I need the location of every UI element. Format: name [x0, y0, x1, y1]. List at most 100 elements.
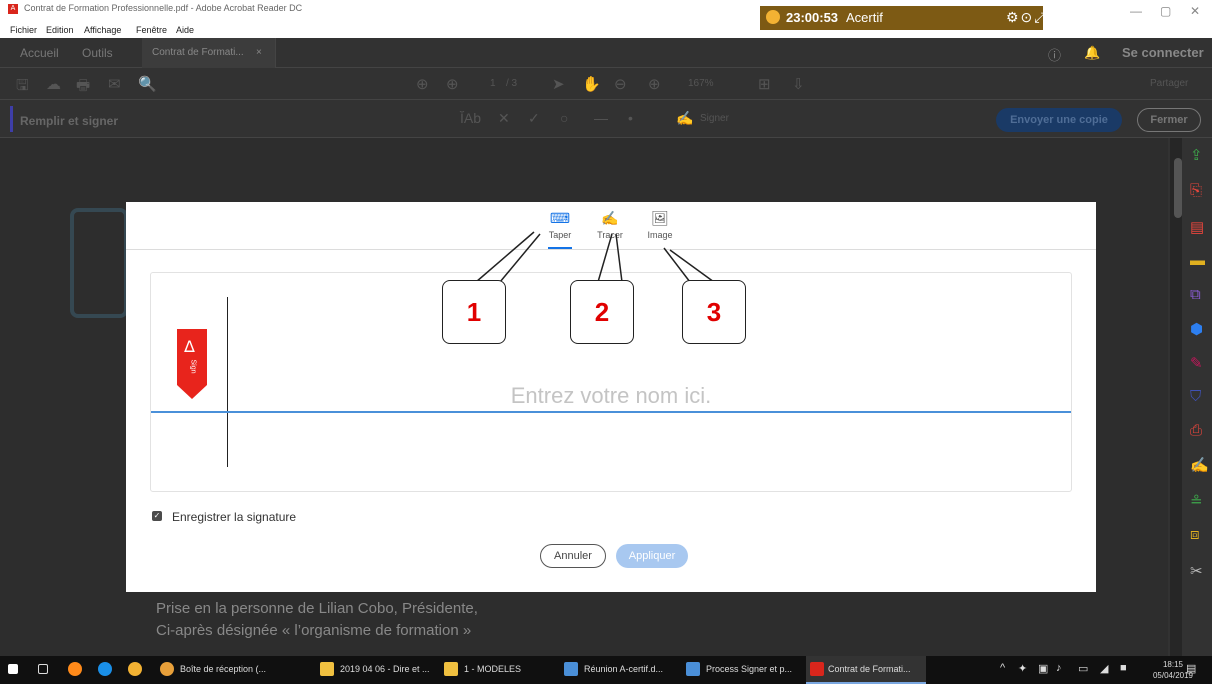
zoom-out-icon[interactable]: ⊖	[614, 75, 627, 93]
close-icon[interactable]: ✕	[1190, 4, 1200, 18]
taskbar-item-process[interactable]: Process Signer et p...	[686, 656, 806, 684]
clock-icon	[766, 10, 780, 24]
taskbar-item-label: 2019 04 06 - Dire et ...	[340, 664, 430, 674]
notification-icon[interactable]: ▤	[1186, 662, 1196, 675]
sign-pen-icon[interactable]: ✍	[676, 110, 693, 127]
right-tools-panel: ⇪ ⎘ ▤ ▬ ⧉ ⬢ ✎ ⛉ ⎙ ✍ ≗ ⧈ ✂	[1168, 138, 1212, 656]
scroll-mode-icon[interactable]: ⇩	[792, 75, 805, 93]
bell-icon[interactable]: 🔔	[1084, 45, 1100, 61]
vertical-scrollbar[interactable]	[1170, 138, 1182, 656]
pen-icon: ✍	[601, 210, 619, 226]
text-tool-icon[interactable]: ĬAb	[460, 110, 481, 126]
menu-affichage[interactable]: Affichage	[84, 25, 121, 35]
cross-tool-icon[interactable]: ✕	[498, 110, 510, 127]
edit-pdf-icon[interactable]: ✎	[1190, 354, 1203, 372]
more-tools-icon[interactable]: ⧈	[1190, 526, 1200, 543]
check-tool-icon[interactable]: ✓	[528, 110, 540, 127]
taskbar-item-label: Process Signer et p...	[706, 664, 793, 674]
zoom-in-icon[interactable]: ⊕	[648, 75, 661, 93]
taskbar-item-reunion[interactable]: Réunion A-certif.d...	[564, 656, 686, 684]
send-sign-icon[interactable]: ≗	[1190, 492, 1203, 510]
text-cursor	[227, 297, 228, 467]
print-icon[interactable]: 🖶	[76, 75, 90, 100]
sign-button[interactable]: Signer	[700, 113, 729, 124]
tab-image[interactable]: 🖼 Image	[640, 210, 680, 240]
name-placeholder[interactable]: Entrez votre nom ici.	[151, 383, 1071, 409]
keyboard-tray-icon[interactable]: ▣	[1038, 662, 1048, 675]
send-copy-button[interactable]: Envoyer une copie	[996, 108, 1122, 132]
page-count: / 3	[506, 78, 518, 89]
scrollbar-thumb[interactable]	[1174, 158, 1182, 218]
export-pdf-icon[interactable]: ⇪	[1190, 146, 1203, 164]
timer-tools-icon[interactable]: ⚙⊙⤢	[1006, 9, 1047, 26]
wifi-icon[interactable]: ◢	[1100, 662, 1108, 675]
dropbox-icon[interactable]: ⬢	[1190, 320, 1203, 338]
zoom-search-icon[interactable]: 🔍	[138, 75, 157, 93]
menu-edition[interactable]: Edition	[46, 25, 74, 35]
taskbar-item-label: 1 - MODELES	[464, 664, 522, 674]
firefox-icon	[68, 662, 82, 676]
sign-in-link[interactable]: Se connecter	[1122, 45, 1204, 60]
menu-fichier[interactable]: Fichier	[10, 25, 37, 35]
taskbar-item-inbox[interactable]: Boîte de réception (...	[160, 656, 310, 684]
apply-button[interactable]: Appliquer	[616, 544, 688, 568]
maximize-icon[interactable]: ▢	[1160, 4, 1171, 18]
dot-tool-icon[interactable]: •	[628, 110, 633, 126]
save-signature-checkbox[interactable]: ✓	[152, 511, 162, 521]
menu-aide[interactable]: Aide	[176, 25, 194, 35]
battery-icon[interactable]: ▭	[1078, 662, 1088, 675]
save-signature-label[interactable]: Enregistrer la signature	[172, 510, 372, 524]
email-icon[interactable]: ✉	[108, 75, 121, 93]
tab-close-icon[interactable]: ×	[256, 47, 262, 58]
cancel-button[interactable]: Annuler	[540, 544, 606, 568]
callout-1: 1	[442, 280, 506, 344]
callout-3: 3	[682, 280, 746, 344]
tab-tools[interactable]: Outils	[82, 46, 113, 60]
comment-icon[interactable]: ▬	[1190, 252, 1205, 269]
combine-icon[interactable]: ⧉	[1190, 286, 1201, 303]
fill-sign-icon[interactable]: ✍	[1190, 456, 1209, 474]
page-up-icon[interactable]: ⊕	[416, 75, 429, 93]
upload-icon[interactable]: ☁	[46, 75, 61, 93]
taskbar-item-folder-1[interactable]: 2019 04 06 - Dire et ...	[320, 656, 444, 684]
app-icon	[128, 662, 142, 676]
create-pdf-icon[interactable]: ⎘	[1190, 182, 1202, 199]
page-number[interactable]: 1	[490, 78, 496, 89]
page-down-icon[interactable]: ⊕	[446, 75, 459, 93]
zoom-level[interactable]: 167%	[688, 78, 714, 89]
fit-page-icon[interactable]: ⊞	[758, 75, 771, 93]
tab-home[interactable]: Accueil	[20, 46, 59, 60]
pointer-icon[interactable]: ➤	[552, 75, 565, 93]
send-review-icon[interactable]: ⎙	[1190, 422, 1202, 439]
document-logo	[70, 208, 128, 318]
protect-icon[interactable]: ⛉	[1190, 388, 1201, 405]
taskbar-item-contrat[interactable]: Contrat de Formati...	[806, 656, 926, 684]
ime-icon[interactable]: ■	[1120, 662, 1127, 674]
chrome-icon	[160, 662, 174, 676]
taskbar-item-folder-2[interactable]: 1 - MODELES	[444, 656, 564, 684]
document-icon	[564, 662, 578, 676]
menu-fenetre[interactable]: Fenêtre	[136, 25, 167, 35]
organize-pages-icon[interactable]: ▤	[1190, 218, 1204, 236]
tray-expand-icon[interactable]: ^	[1000, 662, 1005, 674]
save-icon[interactable]: 🖫	[16, 75, 29, 100]
close-fill-button[interactable]: Fermer	[1137, 108, 1201, 132]
fill-sign-accent	[10, 106, 13, 132]
tab-draw[interactable]: ✍ Tracer	[590, 210, 630, 240]
timer-time: 23:00:53	[786, 10, 839, 25]
volume-icon[interactable]: ♪	[1056, 662, 1062, 674]
circle-tool-icon[interactable]: ○	[560, 110, 568, 126]
hand-icon[interactable]: ✋	[582, 75, 601, 93]
folder-icon	[320, 662, 334, 676]
callout-2: 2	[570, 280, 634, 344]
customize-icon[interactable]: ✂	[1190, 562, 1203, 580]
timer-widget[interactable]: 23:00:53 Acertif ⚙⊙⤢	[760, 6, 1045, 30]
tab-document[interactable]: Contrat de Formati... ×	[142, 38, 276, 68]
tab-type[interactable]: ⌨ Taper	[540, 210, 580, 249]
line-tool-icon[interactable]: —	[594, 110, 608, 126]
minimize-icon[interactable]: —	[1130, 4, 1142, 18]
timer-brand: Acertif	[846, 10, 883, 25]
dropbox-tray-icon[interactable]: ✦	[1018, 662, 1027, 675]
share-button[interactable]: Partager	[1150, 78, 1188, 89]
help-icon[interactable]: ⓘ	[1048, 45, 1061, 64]
